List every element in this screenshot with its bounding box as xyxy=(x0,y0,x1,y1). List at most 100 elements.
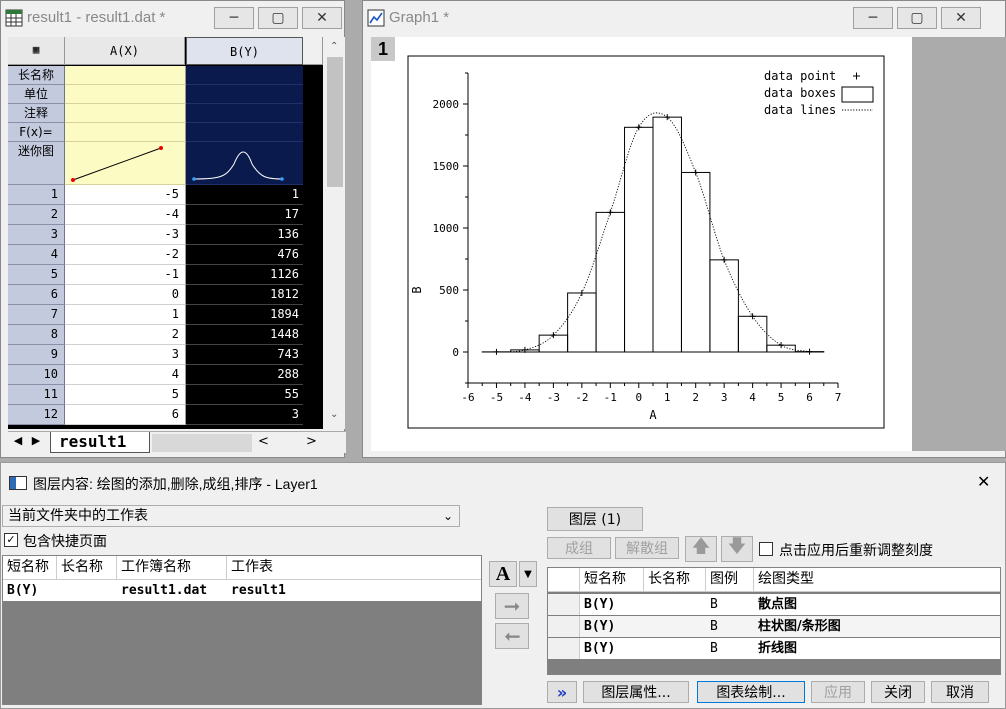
cell-b[interactable]: 1812 xyxy=(186,285,303,305)
cell-b[interactable]: 743 xyxy=(186,345,303,365)
worksheet-titlebar[interactable]: result1 - result1.dat * ─ ▢ ✕ xyxy=(1,1,344,33)
tab-next-icon[interactable]: ▶ xyxy=(28,434,44,450)
graph-titlebar[interactable]: Graph1 * ─ ▢ ✕ xyxy=(363,1,1005,33)
cell-a[interactable]: 2 xyxy=(65,325,186,345)
cell-a[interactable]: -5 xyxy=(65,185,186,205)
dialog-close-icon[interactable]: ✕ xyxy=(977,472,990,491)
cell-a[interactable]: -3 xyxy=(65,225,186,245)
plot-setup-button[interactable]: 图表绘制... xyxy=(697,681,805,703)
close-button[interactable]: ✕ xyxy=(302,7,342,29)
hscroll-left-icon[interactable]: < xyxy=(258,434,269,449)
graph-minimize-button[interactable]: ─ xyxy=(853,7,893,29)
cell-b[interactable]: 17 xyxy=(186,205,303,225)
row-selector[interactable] xyxy=(548,638,580,659)
histogram-chart[interactable]: -6 -5 -4 -3 -2 -1 0 1 2 3 4 5 6 7 0 500 1000 1500 2000 A Bda… xyxy=(371,37,912,451)
plot-row[interactable]: B(Y) B 散点图 xyxy=(548,594,1000,615)
cell-b[interactable]: 1 xyxy=(186,185,303,205)
cell-b[interactable]: 1448 xyxy=(186,325,303,345)
cancel-button[interactable]: 取消 xyxy=(931,681,989,703)
cell-b[interactable]: 1126 xyxy=(186,265,303,285)
minimize-button[interactable]: ─ xyxy=(214,7,254,29)
available-datasets-table[interactable]: 短名称 长名称 工作簿名称 工作表 B(Y) result1.dat result1 xyxy=(2,555,482,705)
cell-a[interactable]: 4 xyxy=(65,365,186,385)
tab-prev-icon[interactable]: ◀ xyxy=(10,434,26,450)
include-shortcut-checkbox[interactable]: ✓ xyxy=(4,533,18,547)
cell-a[interactable]: -1 xyxy=(65,265,186,285)
meta-cell-b[interactable] xyxy=(186,66,303,85)
left-column-header[interactable]: 长名称 xyxy=(57,556,117,580)
cell-b[interactable]: 55 xyxy=(186,385,303,405)
row-header[interactable]: 4 xyxy=(8,245,65,265)
cell-a[interactable]: -2 xyxy=(65,245,186,265)
meta-cell-a[interactable] xyxy=(65,85,186,104)
meta-row-label[interactable]: F(x)= xyxy=(8,123,65,142)
left-column-header[interactable]: 工作表 xyxy=(227,556,481,580)
plots-column-header[interactable]: 短名称 xyxy=(580,568,644,592)
plot-row[interactable]: B(Y) B 柱状图/条形图 xyxy=(548,616,1000,637)
sheet-tab[interactable]: result1 xyxy=(50,432,150,453)
meta-cell-a[interactable] xyxy=(65,104,186,123)
graph-page[interactable]: 1 -6 -5 -4 -3 -2 -1 0 1 2 3 4 5 6 7 0 500 1000 1500 2000 A B… xyxy=(371,37,912,451)
row-header[interactable]: 3 xyxy=(8,225,65,245)
cell-a[interactable]: 5 xyxy=(65,385,186,405)
meta-row-label[interactable]: 单位 xyxy=(8,85,65,104)
meta-cell-b[interactable] xyxy=(186,104,303,123)
left-column-header[interactable]: 短名称 xyxy=(3,556,57,580)
plot-type-dropdown[interactable]: ▼ xyxy=(519,561,537,587)
worksheet-grid[interactable]: ▦ A(X) B(Y) 长名称 单位 注释 F(x)= 迷你图 1 -5 1 2 -4 17 3 -3… xyxy=(8,37,323,429)
tab-scroll-track[interactable] xyxy=(152,434,252,452)
source-select[interactable]: 当前文件夹中的工作表 ⌄ xyxy=(2,505,460,527)
meta-row-label[interactable]: 长名称 xyxy=(8,66,65,85)
cell-a[interactable]: 3 xyxy=(65,345,186,365)
vertical-scrollbar[interactable]: ⌃ ⌄ xyxy=(325,37,345,429)
row-selector[interactable] xyxy=(548,594,580,615)
select-all-corner[interactable]: ▦ xyxy=(8,37,65,65)
close-dialog-button[interactable]: 关闭 xyxy=(871,681,925,703)
row-header[interactable]: 6 xyxy=(8,285,65,305)
scroll-thumb[interactable] xyxy=(327,57,343,187)
graph-close-button[interactable]: ✕ xyxy=(941,7,981,29)
row-header[interactable]: 12 xyxy=(8,405,65,425)
row-header[interactable]: 5 xyxy=(8,265,65,285)
hscroll-right-icon[interactable]: > xyxy=(306,434,317,449)
meta-cell-a[interactable] xyxy=(65,66,186,85)
left-column-header[interactable]: 工作簿名称 xyxy=(117,556,227,580)
cell-a[interactable]: -4 xyxy=(65,205,186,225)
cell-a[interactable]: 6 xyxy=(65,405,186,425)
group-button[interactable]: 成组 xyxy=(547,537,611,559)
dataset-row[interactable]: B(Y) result1.dat result1 xyxy=(3,580,481,601)
meta-cell-a[interactable] xyxy=(65,123,186,142)
cell-b[interactable]: 476 xyxy=(186,245,303,265)
remove-plot-button[interactable]: ➞ xyxy=(495,623,529,649)
plots-column-header[interactable]: 图例 xyxy=(706,568,754,592)
scroll-down-icon[interactable]: ⌄ xyxy=(330,409,338,420)
row-header[interactable]: 2 xyxy=(8,205,65,225)
graph-maximize-button[interactable]: ▢ xyxy=(897,7,937,29)
scroll-up-icon[interactable]: ⌃ xyxy=(330,41,338,52)
row-header[interactable]: 1 xyxy=(8,185,65,205)
rescale-checkbox[interactable] xyxy=(759,542,773,556)
font-a-button[interactable]: A xyxy=(489,561,517,587)
ungroup-button[interactable]: 解散组 xyxy=(615,537,679,559)
row-selector[interactable] xyxy=(548,616,580,637)
row-header[interactable]: 8 xyxy=(8,325,65,345)
row-header[interactable]: 9 xyxy=(8,345,65,365)
plots-column-header[interactable]: 长名称 xyxy=(644,568,706,592)
row-header[interactable]: 7 xyxy=(8,305,65,325)
layer-properties-button[interactable]: 图层属性... xyxy=(583,681,689,703)
column-header-a[interactable]: A(X) xyxy=(65,37,185,65)
row-header[interactable]: 11 xyxy=(8,385,65,405)
meta-row-label[interactable]: 注释 xyxy=(8,104,65,123)
cell-b[interactable]: 136 xyxy=(186,225,303,245)
plot-row[interactable]: B(Y) B 折线图 xyxy=(548,638,1000,659)
layer-button[interactable]: 图层 (1) xyxy=(547,507,643,531)
plots-column-header[interactable]: 绘图类型 xyxy=(754,568,1000,592)
apply-button[interactable]: 应用 xyxy=(811,681,865,703)
meta-row-label[interactable]: 迷你图 xyxy=(8,142,65,185)
move-up-button[interactable]: 🡅 xyxy=(685,536,717,562)
cell-a[interactable]: 0 xyxy=(65,285,186,305)
column-header-b[interactable]: B(Y) xyxy=(186,37,303,65)
expand-button[interactable]: » xyxy=(547,681,577,703)
move-down-button[interactable]: 🡇 xyxy=(721,536,753,562)
layer-plots-table[interactable]: 短名称 长名称 图例 绘图类型 B(Y) B 散点图 B(Y) B 柱状图/条形图 B(Y) B 折线… xyxy=(547,567,1001,675)
